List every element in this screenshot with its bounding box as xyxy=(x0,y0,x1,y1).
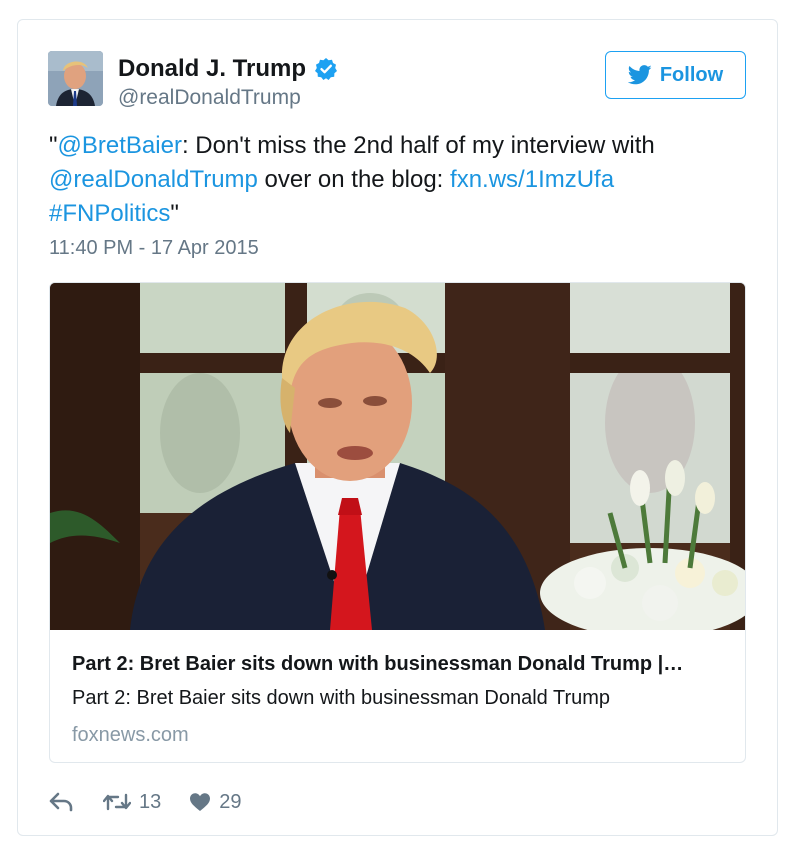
card-title[interactable]: Part 2: Bret Baier sits down with busine… xyxy=(72,653,732,676)
like-button[interactable]: 29 xyxy=(189,790,242,814)
mention-realdonaldtrump[interactable]: @realDonaldTrump xyxy=(49,166,258,193)
tweet-actions: 13 29 xyxy=(49,788,242,816)
twitter-bird-icon xyxy=(627,65,652,85)
tweet-timestamp[interactable]: 11:40 PM - 17 Apr 2015 xyxy=(49,237,259,260)
verified-badge-icon xyxy=(315,58,338,80)
author-name[interactable]: Donald J. Trump xyxy=(118,55,338,83)
tweet-text: "@BretBaier: Don't miss the 2nd half of … xyxy=(49,129,739,231)
tweet-text-part-1: : Don't miss the 2nd half of my intervie… xyxy=(181,132,655,159)
hashtag-fnpolitics[interactable]: #FNPolitics xyxy=(49,200,170,227)
card-domain: foxnews.com xyxy=(72,724,189,746)
reply-button[interactable] xyxy=(49,792,73,812)
heart-icon xyxy=(190,793,211,811)
tweet-card: Donald J. Trump @realDonaldTrump Follow … xyxy=(17,19,778,836)
quote-open: " xyxy=(49,132,58,159)
follow-button[interactable]: Follow xyxy=(605,51,746,99)
author-handle[interactable]: @realDonaldTrump xyxy=(118,86,301,110)
reply-icon xyxy=(49,792,73,812)
avatar-image xyxy=(48,51,103,106)
tweet-text-part-2: over on the blog: xyxy=(257,166,451,193)
follow-button-label: Follow xyxy=(659,63,724,86)
mention-bretbaier[interactable]: @BretBaier xyxy=(58,132,182,159)
card-image xyxy=(50,283,745,630)
tweet-link[interactable]: fxn.ws/1ImzUfa xyxy=(450,166,614,193)
author-name-text[interactable]: Donald J. Trump xyxy=(118,55,306,83)
retweet-button[interactable]: 13 xyxy=(103,791,161,814)
avatar[interactable] xyxy=(48,51,103,106)
like-count: 29 xyxy=(219,790,242,813)
quote-close: " xyxy=(170,200,179,227)
retweet-icon xyxy=(103,793,131,811)
link-card[interactable]: Part 2: Bret Baier sits down with busine… xyxy=(49,282,746,763)
card-description: Part 2: Bret Baier sits down with busine… xyxy=(72,687,611,709)
retweet-count: 13 xyxy=(139,790,162,813)
